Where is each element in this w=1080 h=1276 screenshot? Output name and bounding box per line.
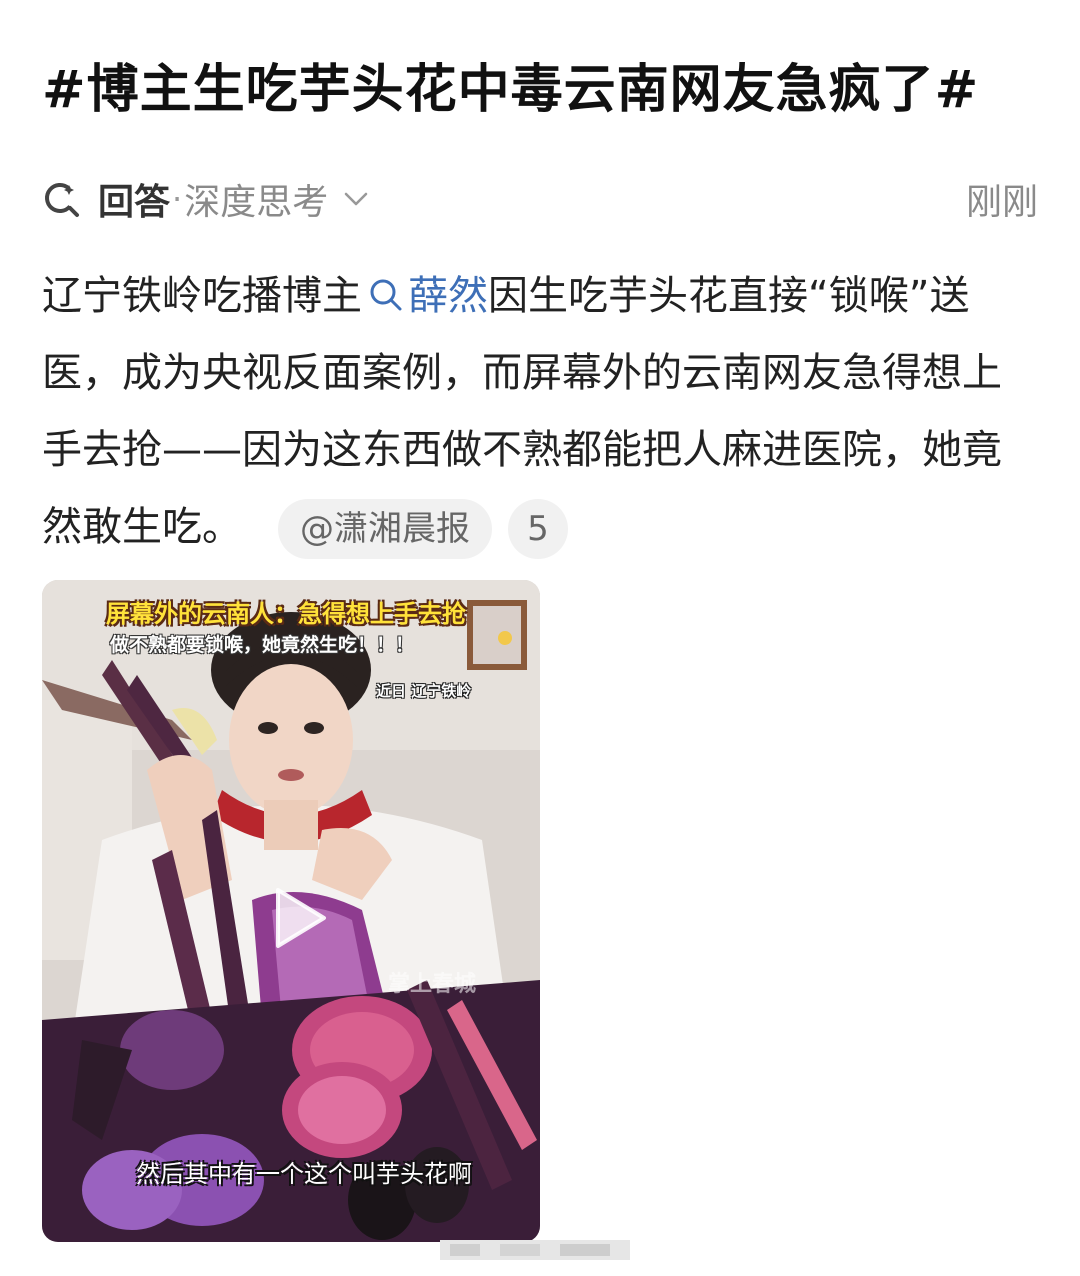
inline-search-link[interactable]: 薛然: [362, 273, 488, 319]
video-thumbnail[interactable]: 屏幕外的云南人：急得想上手去抢 做不熟都要锁喉，她竟然生吃！！！ 近日 辽宁铁岭…: [42, 580, 540, 1242]
chevron-down-icon[interactable]: [342, 185, 370, 213]
video-subtitle: 然后其中有一个这个叫芋头花啊: [136, 1160, 472, 1188]
play-icon[interactable]: [256, 878, 336, 958]
answer-meta-row[interactable]: 回答 · 深度思考 刚刚: [42, 172, 1038, 226]
deep-thinking-label[interactable]: 深度思考: [184, 173, 328, 225]
video-watermark: 掌上春城: [388, 972, 477, 997]
meta-separator: ·: [172, 180, 183, 218]
video-caption-headline: 屏幕外的云南人：急得想上手去抢: [106, 600, 466, 628]
search-term[interactable]: 薛然: [408, 273, 488, 319]
answer-label: 回答: [98, 182, 171, 223]
search-sparkle-icon: [45, 183, 79, 217]
source-chip[interactable]: @潇湘晨报: [278, 499, 492, 559]
answer-body: 辽宁铁岭吃播博主 薛然因生吃芋头花直接“锁喉”送医，成为央视反面案例，而屏幕外的云…: [42, 258, 1038, 566]
post-title: #博主生吃芋头花中毒云南网友急疯了#: [42, 60, 980, 120]
timestamp: 刚刚: [965, 182, 1038, 223]
source-count-chip[interactable]: 5: [508, 499, 568, 559]
blurred-footer-image: [440, 1240, 630, 1260]
body-text-start: 辽宁铁岭吃播博主: [42, 273, 362, 319]
video-caption-location: 近日 辽宁铁岭: [376, 682, 472, 700]
search-icon: [370, 279, 402, 311]
video-caption-subline: 做不熟都要锁喉，她竟然生吃！！！: [110, 634, 415, 656]
